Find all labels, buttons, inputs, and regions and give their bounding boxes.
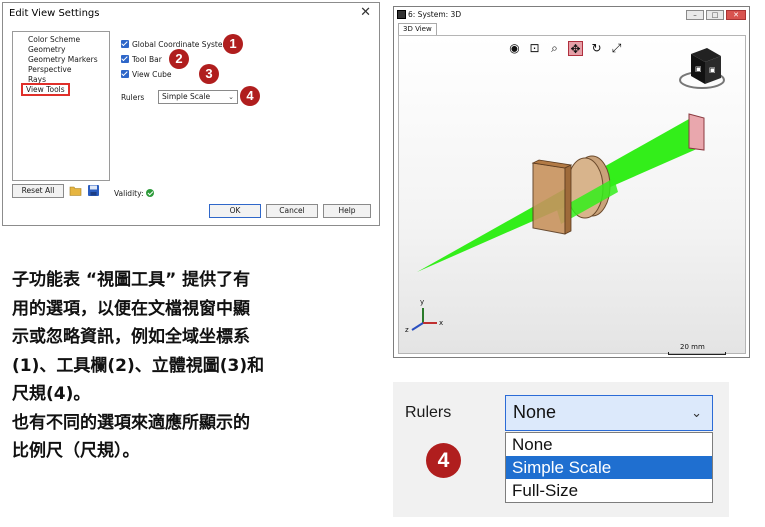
tool-bar-checkbox[interactable]: Tool Bar xyxy=(121,55,162,64)
description-line: (1)、工具欄(2)、立體視圖(3)和 xyxy=(12,355,265,376)
rulers-select-expanded[interactable]: None ⌄ xyxy=(505,395,713,431)
description-line: 尺規(4)。 xyxy=(12,384,91,404)
callout-badge-1: 1 xyxy=(223,34,243,54)
tab-3d-view[interactable]: 3D View xyxy=(398,23,437,35)
svg-text:▣: ▣ xyxy=(709,66,716,74)
3d-viewport[interactable]: ▣ ▣ y x z xyxy=(398,35,746,354)
chevron-down-icon: ⌄ xyxy=(228,93,234,101)
callout-badge-3: 3 xyxy=(199,64,219,84)
rulers-label: Rulers xyxy=(405,404,452,421)
rulers-option-none[interactable]: None xyxy=(506,433,712,456)
rotate-icon[interactable]: ↻ xyxy=(589,41,604,56)
maximize-icon[interactable]: □ xyxy=(706,10,724,20)
callout-badge-4: 4 xyxy=(426,443,461,478)
option-label: Global Coordinate System xyxy=(132,40,230,49)
rulers-options-list: None Simple Scale Full-Size xyxy=(505,432,713,503)
axis-label-z: z xyxy=(405,326,409,334)
checkbox-checked-icon xyxy=(121,55,129,63)
tree-item-geometry-markers[interactable]: Geometry Markers xyxy=(28,55,98,64)
fit-all-icon[interactable]: ⤢ xyxy=(609,41,624,56)
validity-indicator: Validity: xyxy=(114,189,154,198)
cancel-button[interactable]: Cancel xyxy=(266,204,318,218)
zoom-icon[interactable]: ⌕ xyxy=(547,41,562,56)
zoom-window-icon[interactable]: ⊡ xyxy=(527,41,542,56)
minimize-icon[interactable]: – xyxy=(686,10,704,20)
close-icon[interactable]: ✕ xyxy=(726,10,746,20)
rulers-select[interactable]: Simple Scale ⌄ xyxy=(158,90,238,104)
option-label: View Cube xyxy=(132,70,172,79)
checkbox-checked-icon xyxy=(121,40,129,48)
window-title: 6: System: 3D xyxy=(408,10,462,19)
detector-plane xyxy=(688,113,705,151)
chevron-down-icon: ⌄ xyxy=(691,405,702,420)
valid-check-icon xyxy=(145,189,154,197)
help-button[interactable]: Help xyxy=(323,204,371,218)
validity-label: Validity: xyxy=(114,189,144,198)
global-axes-icon: y x z xyxy=(405,298,443,334)
eye-icon[interactable]: ◉ xyxy=(507,41,522,56)
rulers-option-simple-scale[interactable]: Simple Scale xyxy=(506,456,712,479)
reset-all-button[interactable]: Reset All xyxy=(12,184,64,198)
rulers-dropdown-zoom: Rulers None ⌄ 4 None Simple Scale Full-S… xyxy=(393,382,729,517)
ok-button[interactable]: OK xyxy=(209,204,261,218)
description-line: 也有不同的選項來適應所顯示的 xyxy=(12,412,250,433)
3d-scene: ▣ ▣ y x z xyxy=(405,48,725,334)
tree-item-perspective[interactable]: Perspective xyxy=(28,65,71,74)
app-icon xyxy=(397,10,406,19)
scale-bar xyxy=(668,352,726,355)
svg-text:▣: ▣ xyxy=(695,65,702,73)
callout-badge-2: 2 xyxy=(169,49,189,69)
pan-icon[interactable]: ✥ xyxy=(568,41,583,56)
rulers-selected-value: None xyxy=(513,402,557,422)
rulers-option-full-size[interactable]: Full-Size xyxy=(506,479,712,502)
checkbox-checked-icon xyxy=(121,70,129,78)
option-label: Tool Bar xyxy=(132,55,162,64)
settings-tree: Color Scheme Geometry Geometry Markers P… xyxy=(12,31,110,181)
open-folder-icon[interactable] xyxy=(69,184,82,197)
dialog-title: Edit View Settings xyxy=(9,8,100,19)
description-line: 子功能表 “視圖工具” 提供了有 xyxy=(12,270,251,290)
view-cube-icon[interactable]: ▣ ▣ xyxy=(679,48,725,89)
aperture-plate xyxy=(532,162,566,235)
rulers-select-value: Simple Scale xyxy=(162,92,211,101)
tree-item-geometry[interactable]: Geometry xyxy=(28,45,65,54)
close-icon[interactable]: ✕ xyxy=(360,5,371,20)
tree-item-view-tools[interactable]: View Tools xyxy=(21,83,70,96)
description-line: 比例尺（尺規）。 xyxy=(12,441,140,461)
view-cube-checkbox[interactable]: View Cube xyxy=(121,70,172,79)
edit-view-settings-dialog: Edit View Settings ✕ Color Scheme Geomet… xyxy=(2,2,380,226)
description-line: 用的選項，以便在文檔視窗中顯 xyxy=(12,298,250,319)
global-coordinate-system-checkbox[interactable]: Global Coordinate System xyxy=(121,40,230,49)
description-line: 示或忽略資訊，例如全域坐標系 xyxy=(12,327,250,347)
description-text: 子功能表 “視圖工具” 提供了有 用的選項，以便在文檔視窗中顯 示或忽略資訊，例… xyxy=(12,266,372,466)
system-3d-window: 6: System: 3D – □ ✕ 3D View ▣ ▣ y x z ◉ … xyxy=(393,6,750,358)
rulers-label: Rulers xyxy=(121,93,145,102)
aperture-plate-side xyxy=(564,164,572,235)
tree-item-color-scheme[interactable]: Color Scheme xyxy=(28,35,80,44)
save-icon[interactable] xyxy=(87,184,100,197)
scale-bar-label: 20 mm xyxy=(680,343,705,351)
callout-badge-4: 4 xyxy=(240,86,260,106)
axis-label-y: y xyxy=(420,298,424,306)
axis-label-x: x xyxy=(439,319,443,327)
